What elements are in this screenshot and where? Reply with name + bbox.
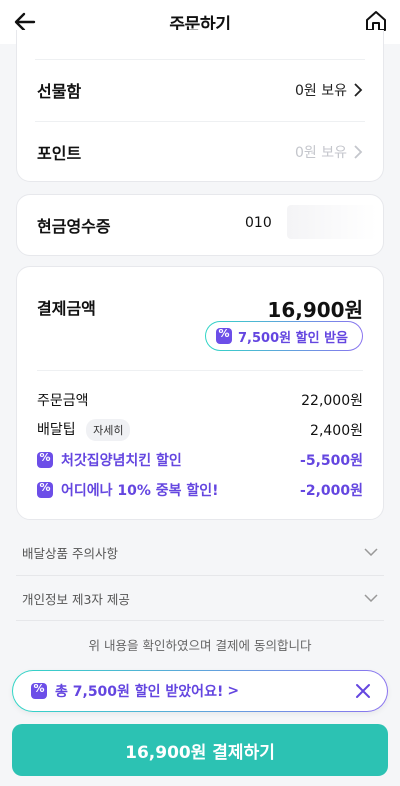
- gift-box-value: 0원 보유: [295, 80, 363, 100]
- discount-label: 처갓집양념치킨 할인: [61, 453, 182, 469]
- delivery-tip-label: 배달팁: [37, 422, 76, 438]
- divider: [16, 620, 384, 621]
- chevron-down-icon: [364, 594, 378, 602]
- gift-box-balance: 0원 보유: [295, 83, 347, 99]
- discount-value: -2,000원: [300, 483, 363, 499]
- points-balance: 0원 보유: [295, 145, 347, 161]
- discount-promo-bar[interactable]: 총 7,500원 할인 받았어요! >: [12, 670, 388, 712]
- divider: [37, 370, 363, 371]
- order-amount-value: 22,000원: [301, 393, 363, 409]
- delivery-notice-label: 배달상품 주의사항: [22, 545, 118, 561]
- cash-receipt-label: 현금영수증: [37, 217, 111, 236]
- chevron-down-icon: [364, 548, 378, 556]
- discount-badge: 7,500원 할인 받음: [205, 321, 363, 351]
- chevron-right-icon: [354, 145, 363, 159]
- delivery-tip-row: 배달팁 자세히 2,400원: [17, 415, 383, 445]
- payment-label: 결제금액: [37, 299, 96, 318]
- pay-button[interactable]: 16,900원 결제하기: [12, 724, 388, 776]
- gift-box-label: 선물함: [37, 82, 82, 101]
- masked-number: [287, 205, 377, 239]
- discount-row: 처갓집양념치킨 할인 -5,500원: [17, 445, 383, 475]
- balance-card: 선물함 0원 보유 포인트 0원 보유: [16, 30, 384, 182]
- delivery-notice-row[interactable]: 배달상품 주의사항: [16, 530, 384, 574]
- discount-icon: [37, 481, 53, 498]
- promo-text: 총 7,500원 할인 받았어요!: [55, 684, 224, 700]
- discount-value: -5,500원: [300, 453, 363, 469]
- privacy-notice-row[interactable]: 개인정보 제3자 제공: [16, 576, 384, 620]
- promo-arrow: >: [227, 683, 240, 699]
- discount-icon: [37, 451, 53, 468]
- close-icon[interactable]: [355, 683, 371, 699]
- gift-box-row[interactable]: 선물함 0원 보유: [17, 60, 383, 120]
- discount-icon: [31, 682, 47, 699]
- order-amount-label: 주문금액: [37, 393, 89, 409]
- points-value: 0원 보유: [295, 142, 363, 162]
- discount-badge-label: 7,500원 할인 받음: [238, 330, 348, 346]
- order-amount-row: 주문금액 22,000원: [17, 385, 383, 415]
- agreement-text: 위 내용을 확인하였으며 결제에 동의합니다: [88, 638, 312, 653]
- discount-label: 어디에나 10% 중복 할인!: [61, 483, 219, 499]
- discount-icon: [216, 327, 233, 344]
- privacy-notice-label: 개인정보 제3자 제공: [22, 591, 130, 607]
- cash-receipt-card[interactable]: 현금영수증 010: [16, 194, 384, 256]
- chevron-right-icon: [354, 83, 363, 97]
- discount-row: 어디에나 10% 중복 할인! -2,000원: [17, 475, 383, 505]
- payment-card: 결제금액 16,900원 7,500원 할인 받음 주문금액 22,000원 배…: [16, 266, 384, 520]
- points-label: 포인트: [37, 144, 82, 163]
- cash-receipt-number: 010: [245, 215, 272, 231]
- delivery-tip-value: 2,400원: [310, 423, 363, 439]
- points-row[interactable]: 포인트 0원 보유: [17, 122, 383, 182]
- details-button[interactable]: 자세히: [86, 419, 131, 441]
